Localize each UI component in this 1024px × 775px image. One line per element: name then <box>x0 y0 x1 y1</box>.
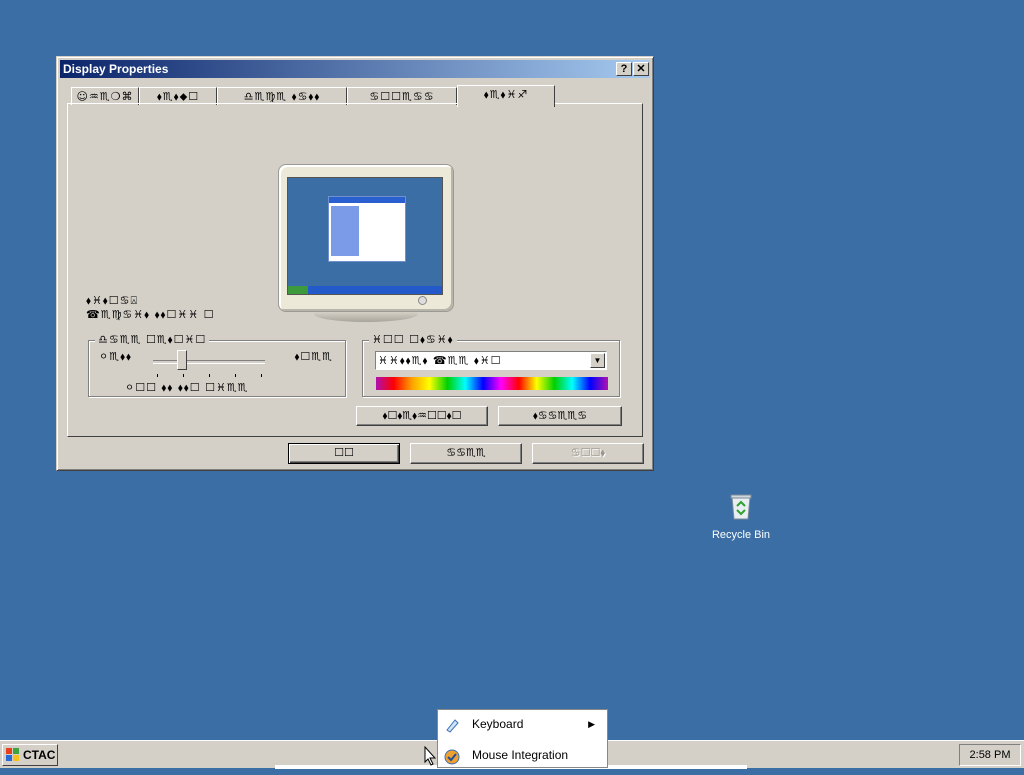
start-label: CTAC <box>23 748 56 762</box>
color-quality-dropdown[interactable]: ♓︎♓︎⬧︎⬧︎♏︎⬧︎ ☎︎♏︎♏︎ ⬧︎♓︎☐︎ ▼ <box>375 351 607 370</box>
less-label: ⚪︎♏︎⬧︎⬧︎ <box>99 350 132 363</box>
display-value: ☎︎♏︎♍︎♋︎♓︎⬧︎ ⬧︎⬧︎☐︎♓︎♓︎ ☐︎ <box>86 308 215 321</box>
clock: 2:58 PM <box>959 744 1021 766</box>
slider-tick <box>209 374 210 377</box>
color-quality-group: ♓︎☐︎☐︎ ☐︎⬧︎♋︎♓︎⬧︎ ♓︎♓︎⬧︎⬧︎♏︎⬧︎ ☎︎♏︎♏︎ ⬧︎… <box>362 333 620 397</box>
cancel-button[interactable]: ♋︎♋︎♏︎♏︎ <box>410 443 522 464</box>
slider-tick <box>157 374 158 377</box>
menu-item-keyboard-label: Keyboard <box>472 717 524 731</box>
context-menu: Keyboard ▶ Mouse Integration <box>437 709 608 768</box>
ok-button[interactable]: ☐︎☐︎ <box>288 443 400 464</box>
mouse-integration-icon <box>444 747 460 765</box>
submenu-arrow-icon: ▶ <box>588 719 595 729</box>
slider-tick <box>183 374 184 377</box>
resolution-value: ⚪︎☐︎☐︎ ⬧︎⬧︎ ⬧︎⬧︎☐︎ ☐︎♓︎♏︎♏︎ <box>125 381 249 394</box>
slider-tick <box>235 374 236 377</box>
menu-item-keyboard[interactable]: Keyboard ▶ <box>438 710 607 738</box>
monitor-preview <box>278 164 454 312</box>
power-button-icon <box>418 296 427 305</box>
resolution-slider-thumb[interactable] <box>177 350 187 370</box>
color-quality-label: ♓︎☐︎☐︎ ☐︎⬧︎♋︎♓︎⬧︎ <box>369 333 457 347</box>
help-button[interactable]: ? <box>616 62 632 76</box>
preview-window <box>328 196 406 262</box>
windows-flag-icon <box>6 748 20 762</box>
window-title: Display Properties <box>63 62 169 76</box>
screen-resolution-group: ♎︎♋︎♏︎♏︎ ☐︎♏︎⬧︎☐︎♓︎☐︎ ⚪︎♏︎⬧︎⬧︎ ⬧︎☐︎♏︎♏︎ … <box>88 333 346 397</box>
recycle-bin-icon <box>729 492 753 520</box>
chevron-down-icon[interactable]: ▼ <box>590 353 605 368</box>
color-spectrum-bar <box>376 377 608 390</box>
display-label: ⬧︎♓︎⬧︎☐︎♋︎⍓︎ <box>86 294 139 307</box>
menu-item-mouse-integration[interactable]: Mouse Integration <box>438 741 607 769</box>
recycle-bin-shortcut[interactable]: Recycle Bin <box>705 492 777 541</box>
preview-taskbar <box>288 286 442 294</box>
screen-resolution-label: ♎︎♋︎♏︎♏︎ ☐︎♏︎⬧︎☐︎♓︎☐︎ <box>95 333 210 347</box>
resolution-slider-track <box>153 360 265 364</box>
start-button[interactable]: CTAC <box>2 744 58 766</box>
apply-button[interactable]: ♋︎☐︎☐︎⬧︎ <box>532 443 644 464</box>
more-label: ⬧︎☐︎♏︎♏︎ <box>294 350 333 363</box>
monitor-screen <box>287 177 443 295</box>
advanced-button[interactable]: ⬧︎♋︎♋︎♏︎♏︎♋︎ <box>498 406 622 426</box>
slider-tick <box>261 374 262 377</box>
tab-settings[interactable]: ⬧︎♏︎⬧︎♓︎♐︎ <box>457 85 555 107</box>
mouse-cursor-icon <box>424 745 437 769</box>
close-button[interactable]: ✕ <box>633 62 649 76</box>
color-quality-value: ♓︎♓︎⬧︎⬧︎♏︎⬧︎ ☎︎♏︎♏︎ ⬧︎♓︎☐︎ <box>378 354 502 367</box>
settings-panel: ⬧︎♓︎⬧︎☐︎♋︎⍓︎ ☎︎♏︎♍︎♋︎♓︎⬧︎ ⬧︎⬧︎☐︎♓︎♓︎ ☐︎ … <box>67 103 643 437</box>
recycle-bin-label: Recycle Bin <box>711 529 771 541</box>
keyboard-icon <box>444 716 460 733</box>
display-properties-window: Display Properties ? ✕ ☺♒︎♏︎❍︎⌘ ⬧︎♏︎⬧︎⬥︎… <box>56 56 654 471</box>
menu-item-mouse-integration-label: Mouse Integration <box>472 748 569 762</box>
troubleshoot-button[interactable]: ⬧︎☐︎⬧︎♏︎⬧︎♒︎☐︎☐︎⬧︎☐︎ <box>356 406 488 426</box>
window-titlebar[interactable]: Display Properties ? ✕ <box>60 60 650 78</box>
